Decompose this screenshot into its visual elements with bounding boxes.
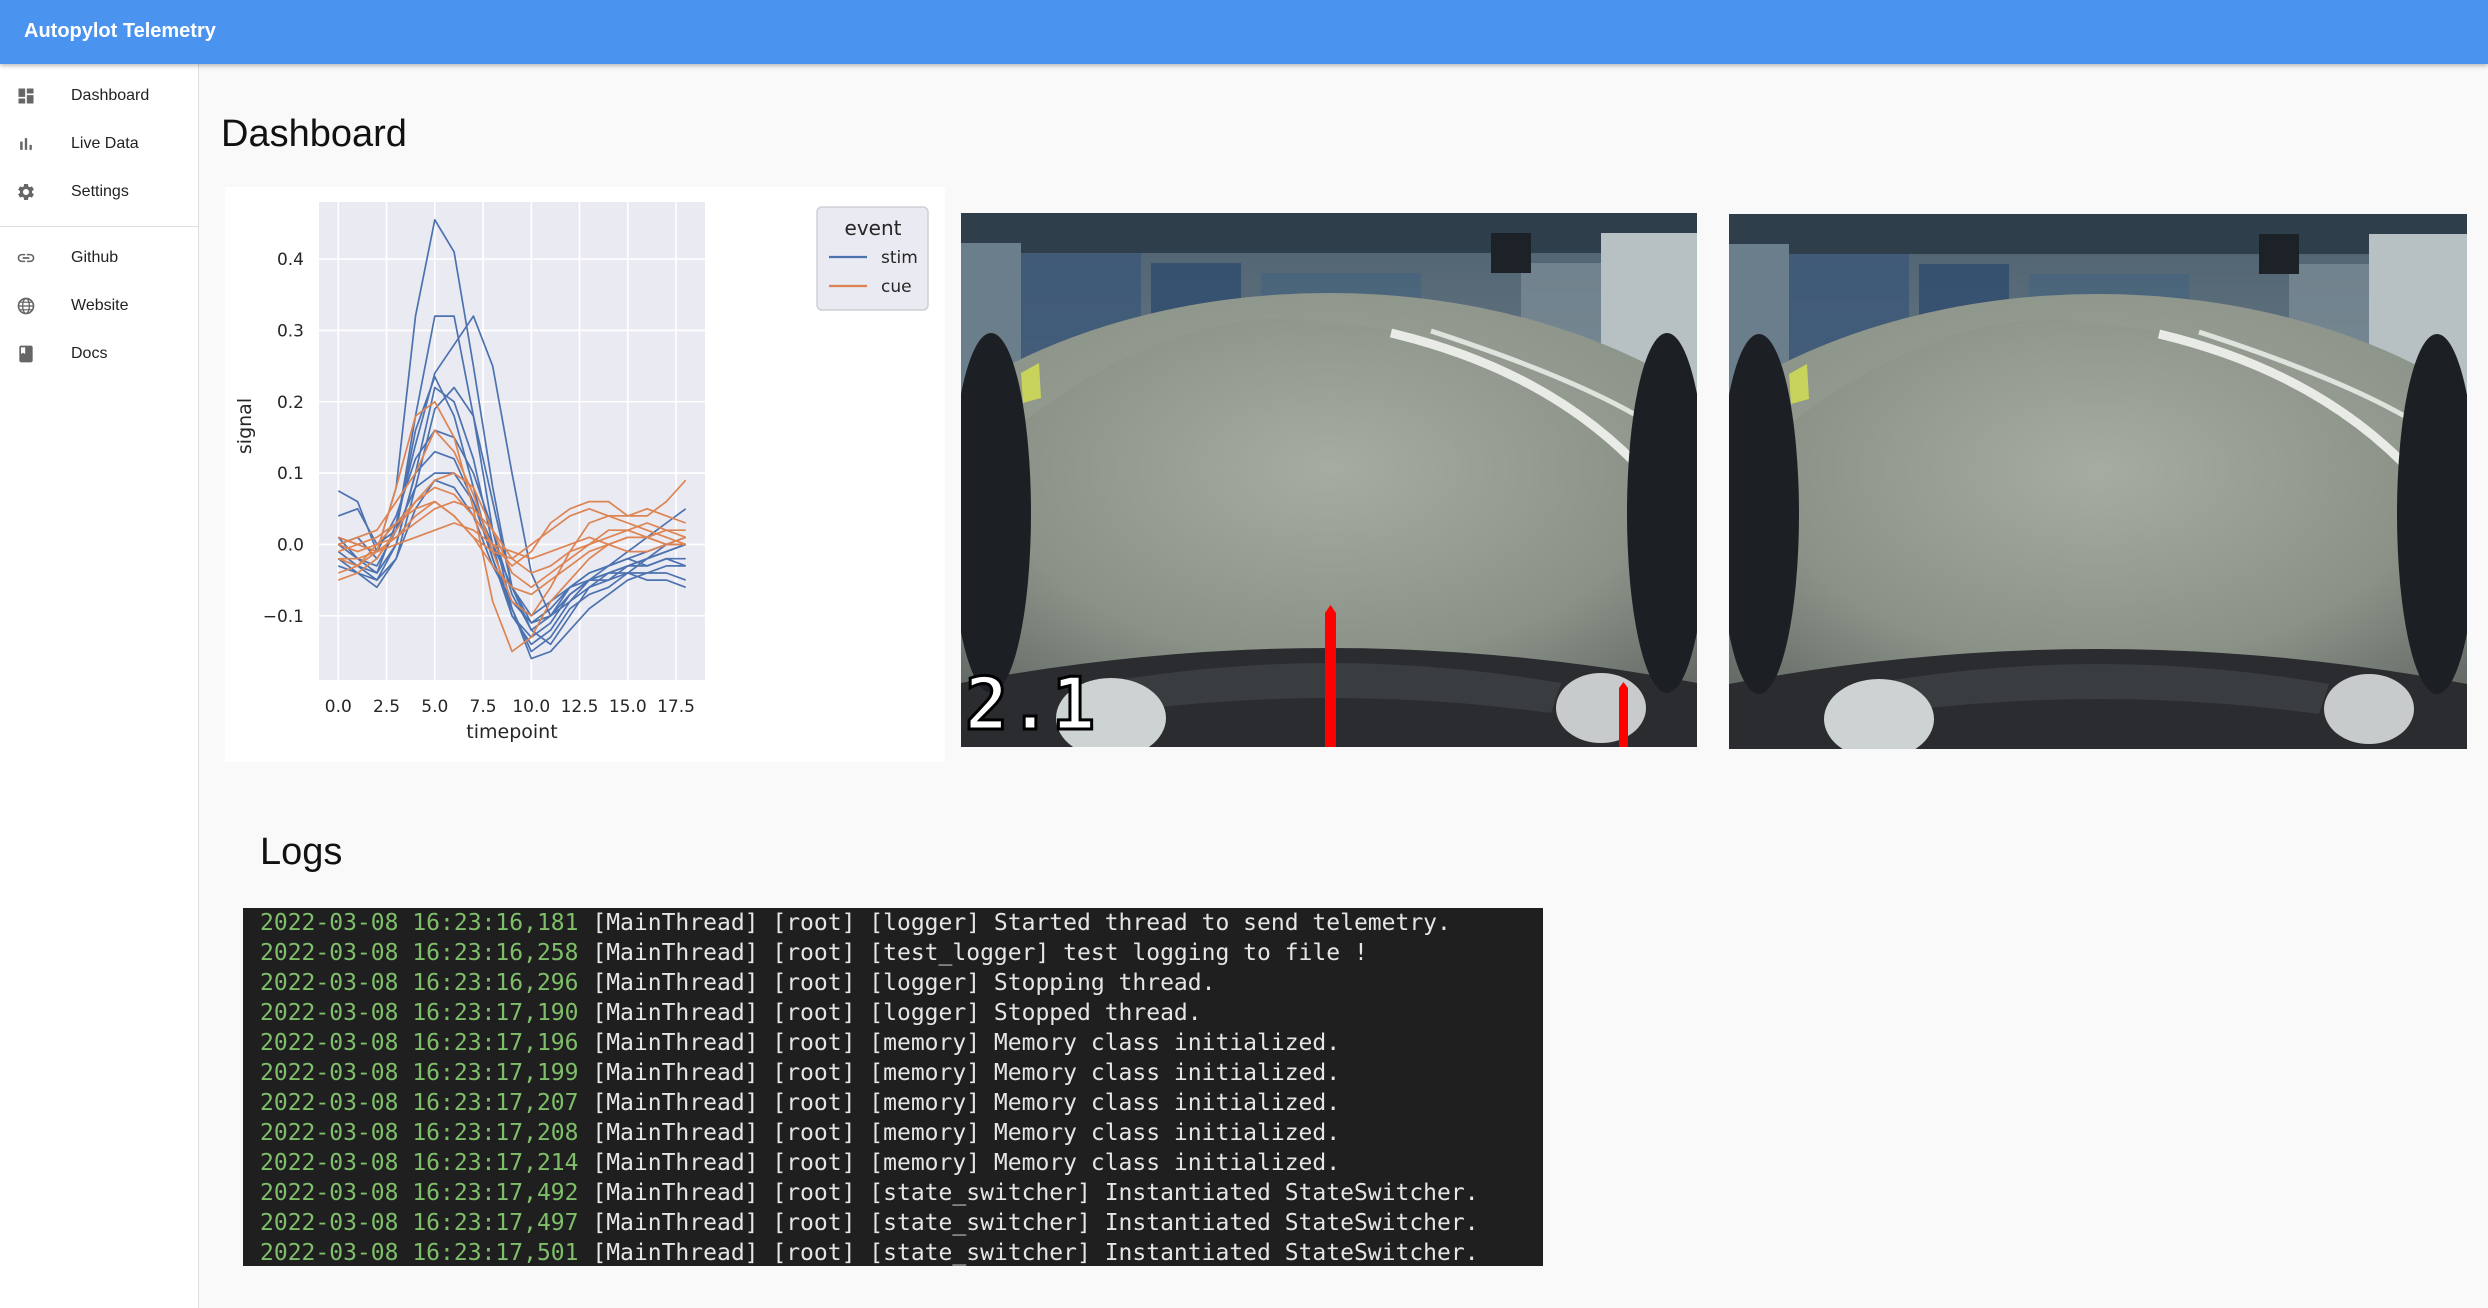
signal-line-chart: 0.0 2.5 5.0 7.5 10.0 12.5 15.0 17.5 −0.1 0.0 0.1 0.…: [234, 202, 929, 743]
gear-icon: [18, 183, 34, 200]
log-timestamp: 2022-03-08 16:23:17,208: [260, 1120, 579, 1146]
nav-item-dashboard[interactable]: Dashboard: [0, 72, 198, 120]
log-timestamp: 2022-03-08 16:23:17,497: [260, 1210, 579, 1236]
log-timestamp: 2022-03-08 16:23:16,258: [260, 940, 579, 966]
camera-image-annotated: 2.1: [961, 213, 1697, 747]
log-message: [MainThread] [root] [memory] Memory clas…: [578, 1150, 1341, 1176]
log-message: [MainThread] [root] [state_switcher] Ins…: [578, 1180, 1479, 1206]
log-line: 2022-03-08 16:23:17,501 [MainThread] [ro…: [260, 1238, 1479, 1266]
log-message: [MainThread] [root] [logger] Stopping th…: [578, 970, 1216, 996]
nav-item-label: Settings: [71, 183, 129, 200]
y-tick-label: 0.3: [277, 321, 304, 341]
log-line: 2022-03-08 16:23:17,190 [MainThread] [ro…: [260, 998, 1202, 1028]
log-line: 2022-03-08 16:23:16,296 [MainThread] [ro…: [260, 968, 1215, 998]
steering-marker: [1325, 613, 1336, 747]
x-tick-label: 7.5: [470, 697, 497, 717]
nav-drawer: Dashboard Live Data Settings Github Webs…: [0, 64, 199, 1308]
x-tick-label: 2.5: [373, 697, 400, 717]
nav-item-label: Docs: [71, 345, 108, 362]
x-tick-label: 17.5: [657, 697, 695, 717]
log-message: [MainThread] [root] [state_switcher] Ins…: [578, 1240, 1479, 1266]
log-timestamp: 2022-03-08 16:23:17,190: [260, 1000, 579, 1026]
y-tick-label: 0.2: [277, 393, 304, 413]
nav-item-label: Website: [71, 297, 129, 314]
nav-item-docs[interactable]: Docs: [0, 330, 198, 378]
nav-item-label: Live Data: [71, 135, 139, 152]
nav-item-label: Github: [71, 249, 119, 266]
log-message: [MainThread] [root] [state_switcher] Ins…: [578, 1210, 1479, 1236]
log-line: 2022-03-08 16:23:17,199 [MainThread] [ro…: [260, 1058, 1340, 1088]
nav-item-label: Dashboard: [71, 87, 150, 104]
logs-title: Logs: [260, 831, 343, 873]
log-timestamp: 2022-03-08 16:23:17,492: [260, 1180, 579, 1206]
app-title: Autopylot Telemetry: [24, 20, 216, 42]
nav-item-github[interactable]: Github: [0, 234, 198, 282]
camera-overlay-value: 2.1: [965, 662, 1095, 746]
log-message: [MainThread] [root] [memory] Memory clas…: [578, 1090, 1341, 1116]
camera-frame-annotated: 2.1: [961, 213, 1697, 747]
nav-links-list: Github Website Docs: [0, 234, 198, 378]
log-message: [MainThread] [root] [memory] Memory clas…: [578, 1030, 1341, 1056]
y-tick-label: 0.4: [277, 250, 304, 270]
log-message: [MainThread] [root] [test_logger] test l…: [578, 940, 1368, 966]
globe-icon: [17, 297, 35, 315]
nav-divider: [0, 226, 198, 227]
x-tick-label: 15.0: [609, 697, 647, 717]
log-timestamp: 2022-03-08 16:23:16,181: [260, 910, 579, 936]
log-line: 2022-03-08 16:23:17,497 [MainThread] [ro…: [260, 1208, 1479, 1238]
log-message: [MainThread] [root] [memory] Memory clas…: [578, 1120, 1341, 1146]
nav-item-settings[interactable]: Settings: [0, 168, 198, 216]
nav-item-website[interactable]: Website: [0, 282, 198, 330]
log-line: 2022-03-08 16:23:16,181 [MainThread] [ro…: [260, 908, 1451, 938]
log-timestamp: 2022-03-08 16:23:17,196: [260, 1030, 579, 1056]
link-icon: [17, 253, 35, 263]
x-axis-label: timepoint: [466, 721, 557, 743]
book-icon: [19, 345, 33, 363]
log-console[interactable]: 2022-03-08 16:23:16,181 [MainThread] [ro…: [243, 908, 1543, 1266]
page-title: Dashboard: [221, 113, 407, 155]
log-line: 2022-03-08 16:23:17,214 [MainThread] [ro…: [260, 1148, 1340, 1178]
x-tick-label: 12.5: [561, 697, 599, 717]
y-tick-label: −0.1: [263, 607, 304, 627]
log-line: 2022-03-08 16:23:17,208 [MainThread] [ro…: [260, 1118, 1340, 1148]
y-tick-label: 0.0: [277, 535, 304, 555]
nav-main-list: Dashboard Live Data Settings: [0, 72, 198, 216]
y-axis-label: signal: [234, 398, 256, 454]
legend-label-cue: cue: [881, 277, 912, 297]
log-timestamp: 2022-03-08 16:23:17,199: [260, 1060, 579, 1086]
legend-label-stim: stim: [881, 248, 918, 268]
bar-chart-icon: [20, 138, 32, 150]
throttle-marker: [1619, 688, 1628, 747]
log-line: 2022-03-08 16:23:16,258 [MainThread] [ro…: [260, 938, 1368, 968]
log-timestamp: 2022-03-08 16:23:16,296: [260, 970, 579, 996]
log-message: [MainThread] [root] [logger] Started thr…: [578, 910, 1451, 936]
x-tick-label: 0.0: [325, 697, 352, 717]
log-line: 2022-03-08 16:23:17,196 [MainThread] [ro…: [260, 1028, 1340, 1058]
log-line: 2022-03-08 16:23:17,492 [MainThread] [ro…: [260, 1178, 1479, 1208]
camera-image-raw: [1729, 214, 2467, 749]
log-timestamp: 2022-03-08 16:23:17,501: [260, 1240, 579, 1266]
nav-item-live-data[interactable]: Live Data: [0, 120, 198, 168]
signal-chart-card: 0.0 2.5 5.0 7.5 10.0 12.5 15.0 17.5 −0.1 0.0 0.1 0.…: [225, 187, 945, 762]
x-tick-label: 5.0: [421, 697, 448, 717]
log-message: [MainThread] [root] [logger] Stopped thr…: [578, 1000, 1202, 1026]
app-bar: Autopylot Telemetry: [0, 0, 2488, 64]
log-timestamp: 2022-03-08 16:23:17,207: [260, 1090, 579, 1116]
camera-frame-raw: [1729, 214, 2467, 749]
log-message: [MainThread] [root] [memory] Memory clas…: [578, 1060, 1341, 1086]
y-tick-label: 0.1: [277, 464, 304, 484]
log-timestamp: 2022-03-08 16:23:17,214: [260, 1150, 579, 1176]
chart-legend: event stim cue: [816, 206, 929, 311]
log-line: 2022-03-08 16:23:17,207 [MainThread] [ro…: [260, 1088, 1340, 1118]
legend-title: event: [845, 216, 902, 240]
x-tick-label: 10.0: [512, 697, 550, 717]
dashboard-icon: [18, 88, 34, 104]
